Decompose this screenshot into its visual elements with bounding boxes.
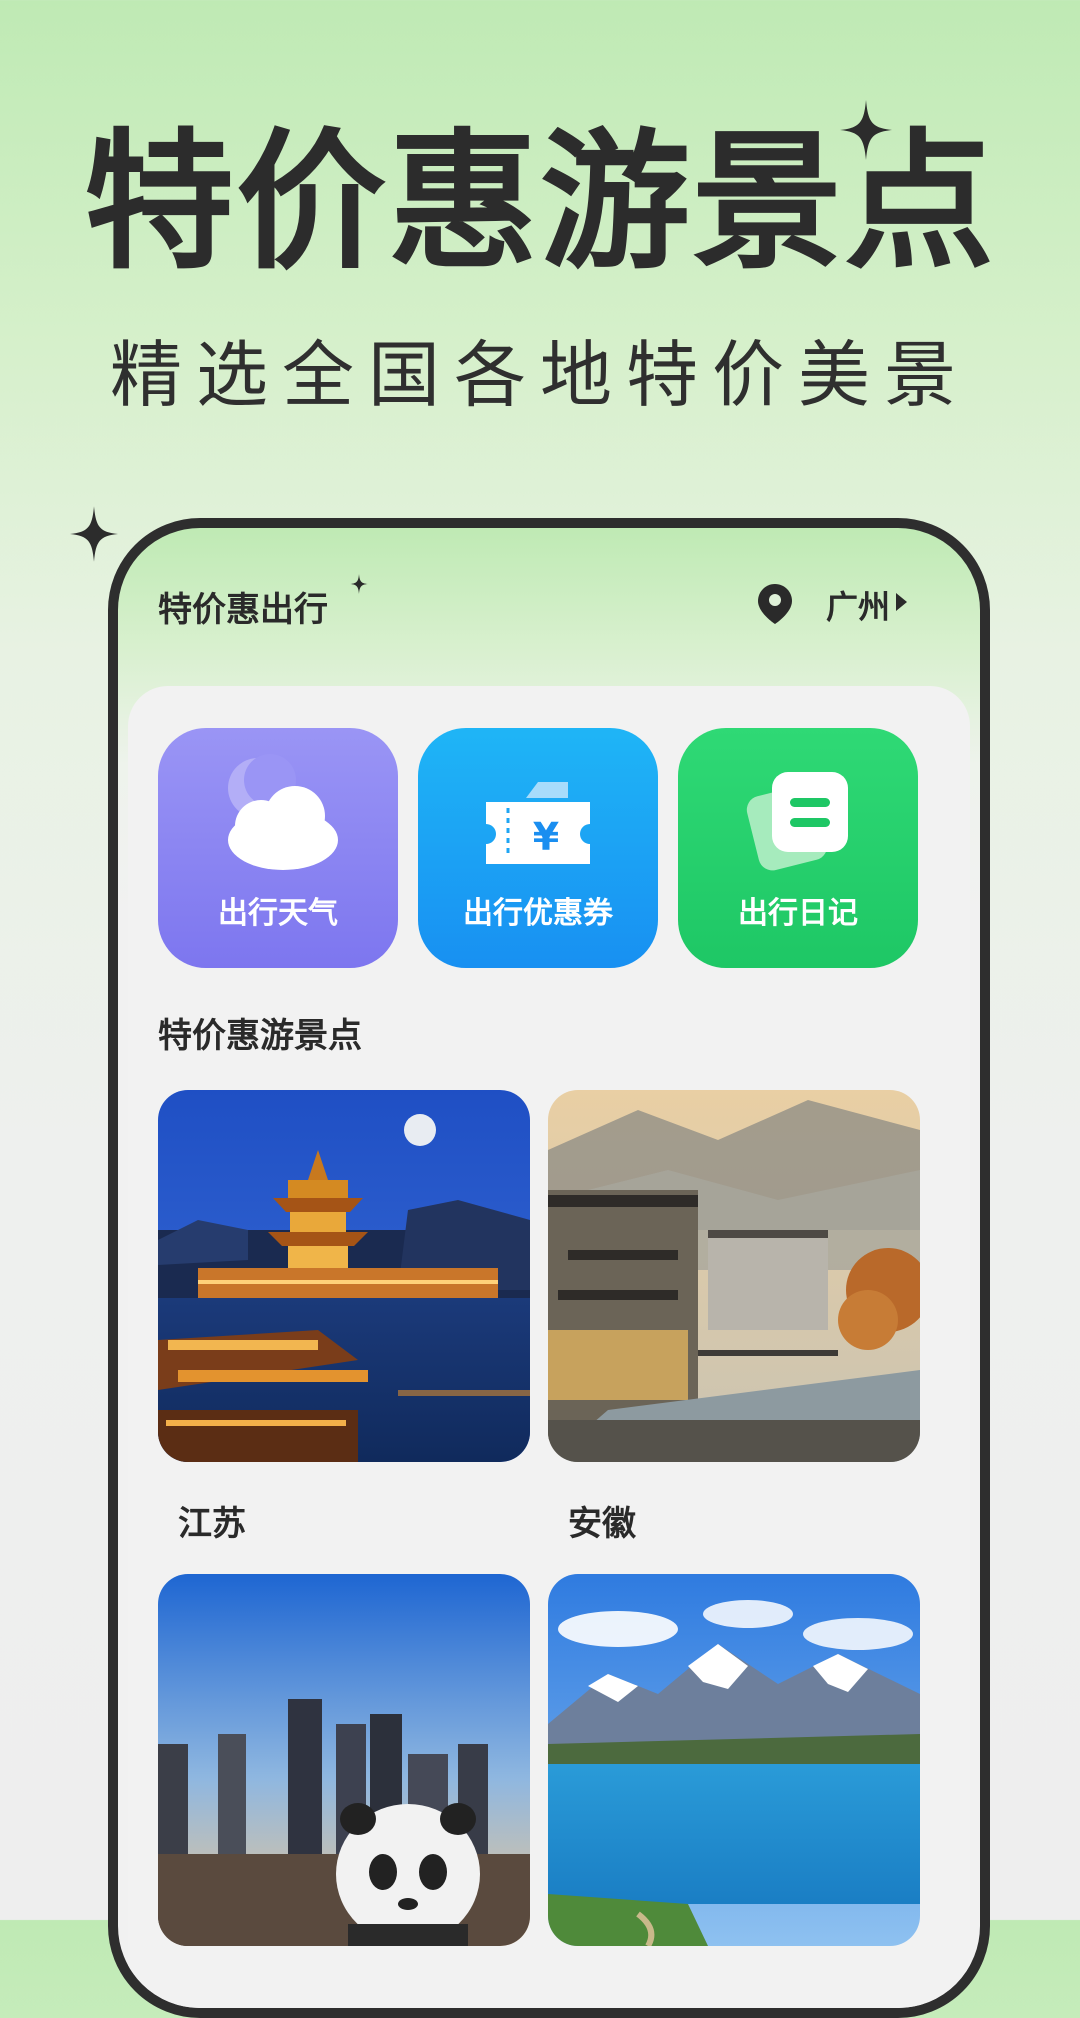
weather-label: 出行天气 bbox=[218, 896, 338, 931]
diary-label: 出行日记 bbox=[738, 896, 858, 931]
diary-button[interactable]: 出行日记 bbox=[678, 728, 918, 968]
sparkle-icon bbox=[350, 574, 368, 594]
chevron-right-icon[interactable] bbox=[894, 592, 908, 612]
spot-name: 安徽 bbox=[568, 1504, 636, 1544]
cloud-moon-icon bbox=[228, 754, 338, 870]
spot-card-lake[interactable] bbox=[548, 1574, 920, 1946]
section-title: 特价惠游景点 bbox=[158, 1016, 362, 1056]
snow-mountain-lake-image bbox=[548, 1574, 920, 1946]
sparkle-icon bbox=[840, 100, 892, 160]
sparkle-icon bbox=[70, 506, 118, 562]
phone-frame: 特价惠出行 广州 出行天气 ¥ 出行优惠券 出行日记 特价惠游景点 江苏 安徽 bbox=[108, 518, 990, 2018]
coupon-button[interactable]: ¥ 出行优惠券 bbox=[418, 728, 658, 968]
location-pin-icon[interactable] bbox=[758, 584, 792, 624]
location-city[interactable]: 广州 bbox=[826, 582, 890, 628]
ticket-yuan-icon: ¥ bbox=[486, 782, 590, 864]
promo-headline: 特价惠游景点 bbox=[83, 116, 996, 290]
promo-subline: 精选全国各地特价美景 bbox=[109, 333, 970, 417]
app-header: 特价惠出行 广州 bbox=[118, 528, 980, 648]
misty-village-image bbox=[548, 1090, 920, 1462]
coupon-label: 出行优惠券 bbox=[463, 896, 613, 931]
app-title: 特价惠出行 bbox=[158, 590, 328, 630]
spot-card-city[interactable] bbox=[158, 1574, 530, 1946]
night-pagoda-image bbox=[158, 1090, 530, 1462]
notes-icon bbox=[746, 772, 848, 871]
weather-button[interactable]: 出行天气 bbox=[158, 728, 398, 968]
spot-name: 江苏 bbox=[178, 1504, 246, 1544]
svg-text:¥: ¥ bbox=[533, 815, 559, 859]
spot-card-jiangsu[interactable] bbox=[158, 1090, 530, 1462]
city-panda-image bbox=[158, 1574, 530, 1946]
spot-card-anhui[interactable] bbox=[548, 1090, 920, 1462]
